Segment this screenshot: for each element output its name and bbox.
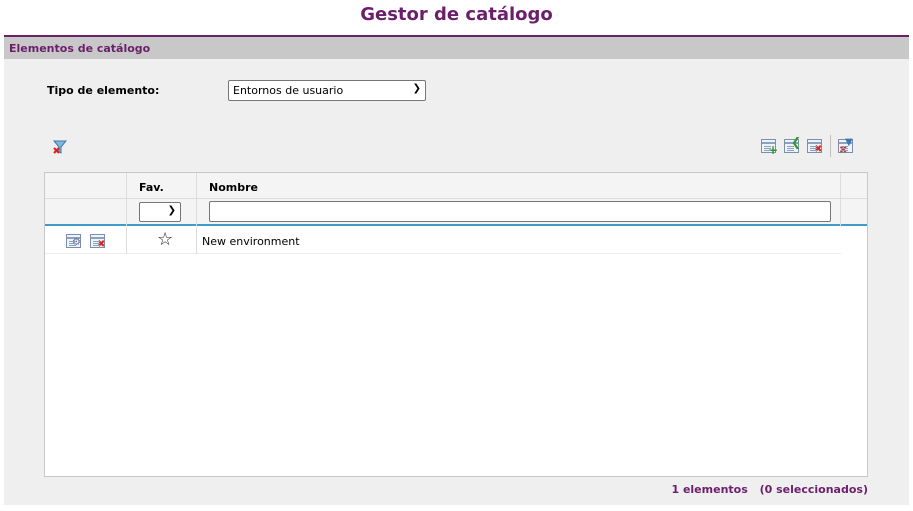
filter-options-icon[interactable]: ▼ ✖ [838, 138, 853, 156]
page-title: Gestor de catálogo [360, 4, 553, 25]
delete-icon[interactable]: ✖ [90, 234, 105, 250]
element-type-value: Entornos de usuario [233, 84, 344, 97]
name-filter-input[interactable] [209, 201, 831, 222]
chevron-down-icon: ❯ [167, 205, 176, 216]
element-type-label: Tipo de elemento: [47, 84, 160, 97]
footer-status: 1 elementos (0 seleccionados) [663, 483, 868, 496]
favorite-star-icon[interactable]: ☆ [157, 229, 173, 250]
import-element-icon[interactable]: ❮ [784, 136, 801, 153]
element-count: 1 elementos [671, 483, 748, 496]
toolbar-divider [830, 135, 831, 157]
column-header-nombre[interactable]: Nombre [209, 181, 258, 194]
fav-filter-select[interactable]: ❯ [139, 202, 181, 222]
properties-icon[interactable]: ⚙ [66, 234, 81, 248]
element-name: New environment [202, 235, 300, 248]
clear-filter-icon[interactable] [52, 139, 70, 155]
selected-count: (0 seleccionados) [759, 483, 868, 496]
element-type-select[interactable]: Entornos de usuario ❯ [228, 80, 426, 101]
catalog-section: Elementos de catálogo Tipo de elemento: … [4, 35, 909, 505]
section-header: Elementos de catálogo [4, 35, 909, 59]
delete-selected-icon[interactable]: ✖ [807, 139, 822, 155]
chevron-down-icon: ❯ [412, 83, 421, 94]
elements-grid: Fav. Nombre ❯ ⚙ ✖ ☆ New environment [44, 172, 868, 477]
column-header-fav[interactable]: Fav. [139, 181, 164, 194]
grid-header: Fav. Nombre ❯ [45, 173, 867, 226]
table-row[interactable]: ⚙ ✖ ☆ New environment [45, 228, 841, 254]
new-element-icon[interactable]: + [761, 139, 778, 156]
